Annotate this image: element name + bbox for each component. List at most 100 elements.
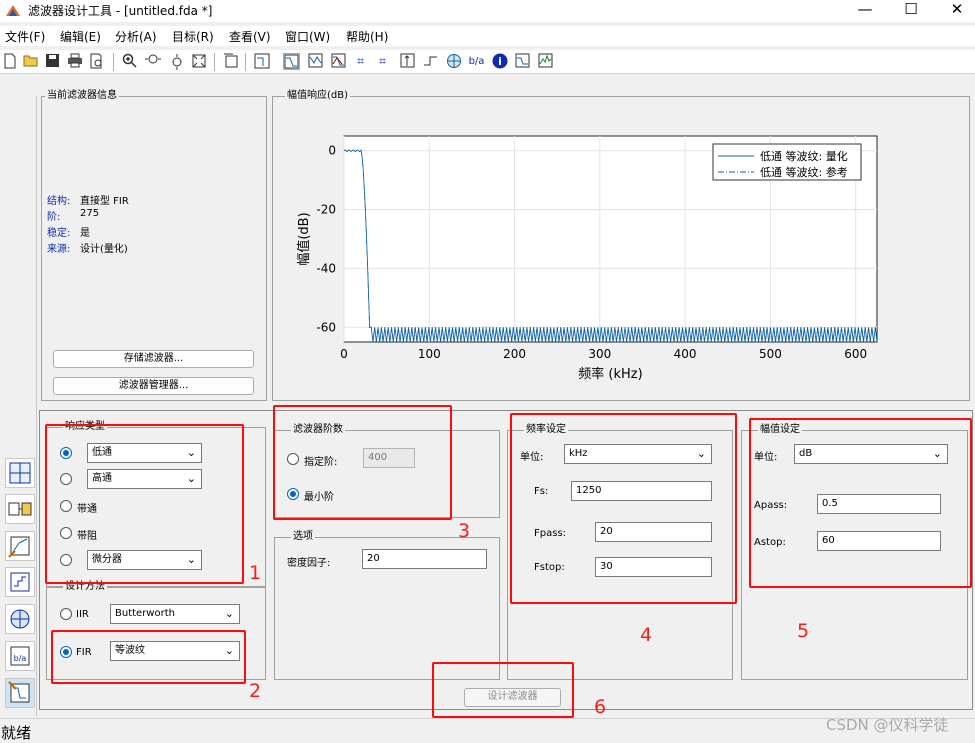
info-key-stable: 稳定: bbox=[47, 228, 71, 239]
multirate-icon[interactable]: b/a bbox=[5, 641, 35, 671]
maximize-button[interactable]: ☐ bbox=[888, 0, 934, 22]
import-filter-icon[interactable] bbox=[5, 604, 35, 634]
info-value-stable: 是 bbox=[80, 228, 90, 239]
y-tick-label: -40 bbox=[316, 261, 336, 275]
info-value-source: 设计(量化) bbox=[80, 244, 128, 255]
zoom-in-icon[interactable] bbox=[121, 53, 138, 70]
options-title: 选项 bbox=[291, 531, 315, 543]
print-icon[interactable] bbox=[66, 53, 83, 70]
legend-label-reference: 低通 等波纹: 参考 bbox=[760, 165, 848, 179]
info-icon[interactable]: i bbox=[491, 53, 508, 70]
noise-power-icon[interactable] bbox=[537, 53, 554, 70]
pole-zero-icon[interactable] bbox=[445, 53, 462, 70]
x-tick-label: 300 bbox=[588, 347, 611, 361]
save-icon[interactable] bbox=[44, 53, 61, 70]
annotation-number-6: 6 bbox=[594, 696, 607, 718]
info-value-order: 275 bbox=[80, 208, 100, 219]
radio-iir[interactable] bbox=[60, 608, 72, 620]
info-value-structure: 直接型 FIR bbox=[80, 196, 129, 207]
svg-text:b/a: b/a bbox=[14, 654, 27, 663]
phase-response-icon[interactable] bbox=[307, 53, 324, 70]
info-panel-title: 当前滤波器信息 bbox=[45, 90, 119, 102]
store-filter-button[interactable]: 存储滤波器... bbox=[53, 350, 254, 368]
menu-view[interactable]: 查看(V) bbox=[229, 28, 271, 45]
menu-file[interactable]: 文件(F) bbox=[5, 28, 45, 45]
annotation-box-4 bbox=[510, 413, 737, 604]
y-axis-label: 幅值(dB) bbox=[296, 212, 312, 265]
impulse-response-icon[interactable] bbox=[399, 53, 416, 70]
iir-method-value: Butterworth bbox=[115, 608, 175, 619]
full-view-icon[interactable] bbox=[190, 53, 207, 70]
annotation-number-4: 4 bbox=[640, 624, 653, 646]
print-preview-icon[interactable] bbox=[88, 53, 105, 70]
zoom-x-icon[interactable] bbox=[144, 53, 161, 70]
info-key-source: 来源: bbox=[47, 244, 71, 255]
info-key-order: 阶: bbox=[47, 212, 61, 223]
options-group: 选项 密度因子: 20 bbox=[274, 531, 500, 680]
annotation-box-6 bbox=[432, 662, 574, 718]
realize-model-icon[interactable] bbox=[5, 494, 35, 524]
window-title: 滤波器设计工具 - [untitled.fda *] bbox=[28, 4, 213, 18]
phase-delay-icon[interactable]: ⌗ bbox=[374, 53, 391, 70]
density-factor-label: 密度因子: bbox=[287, 558, 331, 569]
x-tick-label: 500 bbox=[759, 347, 782, 361]
step-response-icon[interactable] bbox=[422, 53, 439, 70]
x-tick-label: 200 bbox=[503, 347, 526, 361]
plot-panel-title: 幅值响应(dB) bbox=[285, 90, 351, 102]
annotation-box-5 bbox=[749, 418, 972, 588]
filter-manager-button[interactable]: 滤波器管理器... bbox=[53, 377, 254, 395]
menu-bar: 文件(F) 编辑(E) 分析(A) 目标(R) 查看(V) 窗口(W) 帮助(H… bbox=[0, 26, 975, 46]
svg-text:i: i bbox=[498, 55, 502, 68]
menu-analysis[interactable]: 分析(A) bbox=[115, 28, 157, 45]
zoom-y-icon[interactable] bbox=[168, 53, 185, 70]
annotation-box-3 bbox=[273, 405, 452, 520]
x-tick-label: 600 bbox=[844, 347, 867, 361]
design-filter-icon[interactable] bbox=[5, 678, 35, 708]
magnitude-estimate-icon[interactable] bbox=[514, 53, 531, 70]
annotation-number-3: 3 bbox=[458, 520, 471, 542]
annotation-number-5: 5 bbox=[797, 620, 810, 642]
legend-label-quantized: 低通 等波纹: 量化 bbox=[760, 149, 848, 163]
transform-icon[interactable] bbox=[5, 458, 35, 488]
pole-zero-editor-icon[interactable] bbox=[5, 531, 35, 561]
info-key-structure: 结构: bbox=[47, 196, 71, 207]
group-delay-icon[interactable]: ⌗ bbox=[352, 53, 369, 70]
x-axis-label: 频率 (kHz) bbox=[578, 366, 642, 382]
iir-label: IIR bbox=[76, 609, 89, 620]
title-bar: 滤波器设计工具 - [untitled.fda *] — ☐ ✕ bbox=[0, 0, 975, 22]
quantize-icon[interactable] bbox=[5, 567, 35, 597]
x-tick-label: 400 bbox=[674, 347, 697, 361]
y-tick-label: 0 bbox=[328, 144, 336, 158]
filter-spec-icon[interactable] bbox=[253, 53, 270, 70]
status-bar: 就绪 CSDN @仪科学徒 bbox=[0, 716, 975, 742]
matlab-app-icon bbox=[6, 5, 20, 16]
x-tick-label: 100 bbox=[418, 347, 441, 361]
chevron-down-icon: ⌄ bbox=[224, 607, 234, 620]
close-button[interactable]: ✕ bbox=[934, 0, 975, 22]
minimize-button[interactable]: — bbox=[842, 0, 888, 22]
density-factor-input[interactable]: 20 bbox=[362, 549, 487, 569]
mag-phase-icon[interactable] bbox=[330, 53, 347, 70]
annotation-box-2 bbox=[51, 630, 246, 684]
magnitude-response-icon[interactable] bbox=[283, 53, 300, 70]
new-window-icon[interactable] bbox=[222, 53, 239, 70]
annotation-number-1: 1 bbox=[249, 562, 262, 584]
watermark: CSDN @仪科学徒 bbox=[826, 716, 949, 734]
iir-method-select[interactable]: Butterworth ⌄ bbox=[110, 604, 240, 624]
magnitude-response-chart: 0 100 200 300 400 500 600 0 -20 -40 -60 频率 (kHz) 幅… bbox=[296, 135, 878, 382]
coefficients-icon[interactable]: b/a bbox=[468, 53, 485, 70]
open-folder-icon[interactable] bbox=[22, 53, 39, 70]
menu-window[interactable]: 窗口(W) bbox=[285, 28, 330, 45]
menu-help[interactable]: 帮助(H) bbox=[346, 28, 388, 45]
new-file-icon[interactable] bbox=[1, 53, 18, 70]
annotation-box-1 bbox=[45, 424, 244, 584]
legend: 低通 等波纹: 量化 低通 等波纹: 参考 bbox=[712, 143, 862, 181]
y-tick-label: -20 bbox=[316, 203, 336, 217]
menu-edit[interactable]: 编辑(E) bbox=[60, 28, 101, 45]
info-panel: 当前滤波器信息 结构: 直接型 FIR 阶: 275 稳定: 是 来源: 设计(… bbox=[41, 90, 267, 401]
annotation-number-2: 2 bbox=[249, 680, 262, 702]
y-tick-label: -60 bbox=[316, 320, 336, 334]
x-tick-label: 0 bbox=[340, 347, 348, 361]
menu-target[interactable]: 目标(R) bbox=[172, 28, 214, 45]
toolbar: ⌗ ⌗ b/a i bbox=[0, 50, 975, 74]
